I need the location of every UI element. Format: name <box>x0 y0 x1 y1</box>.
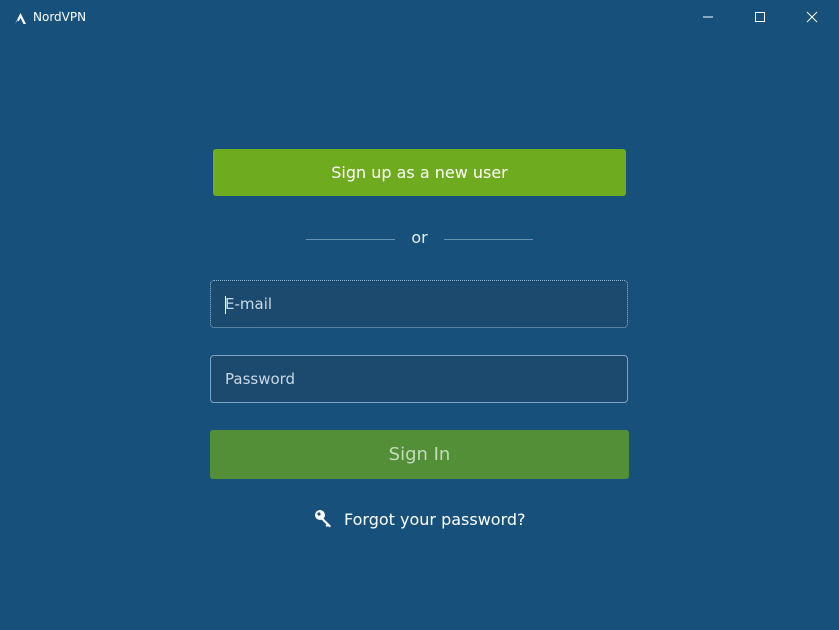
nordvpn-logo-icon <box>14 10 27 24</box>
divider-line-right <box>444 239 533 240</box>
title-bar[interactable]: NordVPN <box>0 0 839 34</box>
nordvpn-window: NordVPN Sign up as a new user or Sign In <box>0 0 839 630</box>
maximize-icon <box>754 8 766 27</box>
forgot-password-link[interactable]: Forgot your password? <box>313 506 526 532</box>
maximize-button[interactable] <box>737 0 783 34</box>
close-icon <box>806 8 818 27</box>
key-icon <box>313 508 335 530</box>
signin-button-label: Sign In <box>388 444 451 465</box>
divider-line-left <box>306 239 395 240</box>
close-button[interactable] <box>789 0 835 34</box>
minimize-button[interactable] <box>685 0 731 34</box>
minimize-icon <box>702 8 714 27</box>
email-input[interactable] <box>211 281 627 327</box>
signup-button[interactable]: Sign up as a new user <box>213 149 626 196</box>
signup-button-label: Sign up as a new user <box>331 163 508 182</box>
divider-or-text: or <box>411 228 428 247</box>
email-field[interactable] <box>210 280 628 328</box>
text-caret <box>225 296 226 314</box>
password-input[interactable] <box>211 356 627 402</box>
signin-button[interactable]: Sign In <box>210 430 629 479</box>
forgot-password-label: Forgot your password? <box>344 509 526 529</box>
app-title: NordVPN <box>33 10 87 24</box>
password-field[interactable] <box>210 355 628 403</box>
